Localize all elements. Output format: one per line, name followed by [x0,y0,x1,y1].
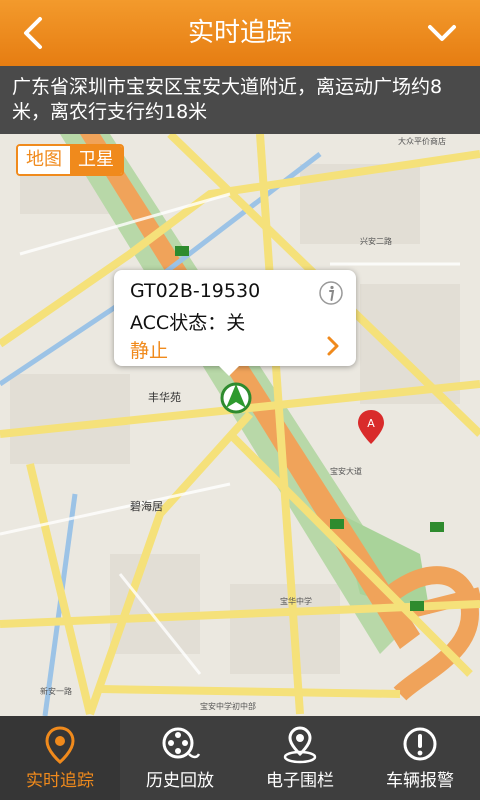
acc-status: ACC状态：关 [130,312,246,334]
map-type-toggle[interactable]: 地图 卫星 [16,144,124,176]
page-title: 实时追踪 [187,18,292,48]
device-id: GT02B-19530 [130,280,261,302]
map-label-xingan-ershi: 兴安二路 [360,236,392,246]
tab-history-playback[interactable]: 历史回放 [120,716,240,800]
title-bar: 实时追踪 [0,0,480,66]
map-label-baohua-zhongxue: 宝华中学 [280,596,312,606]
map-label-school: 宝安中学初中部 [200,701,256,711]
tab-geofence[interactable]: 电子围栏 [240,716,360,800]
map-label-xinan-yilu: 新安一路 [40,686,72,696]
tab-label: 历史回放 [146,771,214,791]
tab-label: 实时追踪 [26,771,94,791]
film-reel-icon [162,727,201,759]
location-pin-icon [45,726,75,764]
map-type-satellite-button[interactable]: 卫星 [70,146,122,174]
chevron-down-icon[interactable] [422,13,462,53]
alert-icon [403,727,437,761]
map-view[interactable]: A 丰华苑 碧海居 大众平价商店 宝华中学 兴安二路 宝安大道 新安一路 宝安中… [0,134,480,716]
motion-status: 静止 [130,340,169,362]
map-label-dazhong: 大众平价商店 [398,136,446,146]
map-canvas[interactable]: A 丰华苑 碧海居 大众平价商店 宝华中学 兴安二路 宝安大道 新安一路 宝安中… [0,134,480,716]
geofence-icon [283,726,317,764]
map-type-map-button[interactable]: 地图 [18,146,70,174]
chevron-right-icon[interactable] [324,334,342,358]
tab-realtime-tracking[interactable]: 实时追踪 [0,716,120,800]
tab-vehicle-alarm[interactable]: 车辆报警 [360,716,480,800]
popup-pointer [218,365,240,376]
device-info-popup[interactable]: GT02B-19530 ACC状态：关 静止 [114,270,356,376]
tab-label: 车辆报警 [386,771,454,791]
address-text: 广东省深圳市宝安区宝安大道附近，离运动广场约8米，离农行支行约18米 [0,66,480,134]
map-label-fenghuayuan: 丰华苑 [148,390,181,404]
svg-text:A: A [367,417,375,430]
map-label-badao: 宝安大道 [330,466,362,476]
vehicle-marker-icon[interactable] [220,382,252,414]
bottom-tab-bar: 实时追踪 历史回放 电子围栏 车辆报警 [0,716,480,800]
tab-label: 电子围栏 [266,771,334,791]
map-label-bihaiju: 碧海居 [130,499,163,513]
info-icon[interactable] [318,280,344,306]
